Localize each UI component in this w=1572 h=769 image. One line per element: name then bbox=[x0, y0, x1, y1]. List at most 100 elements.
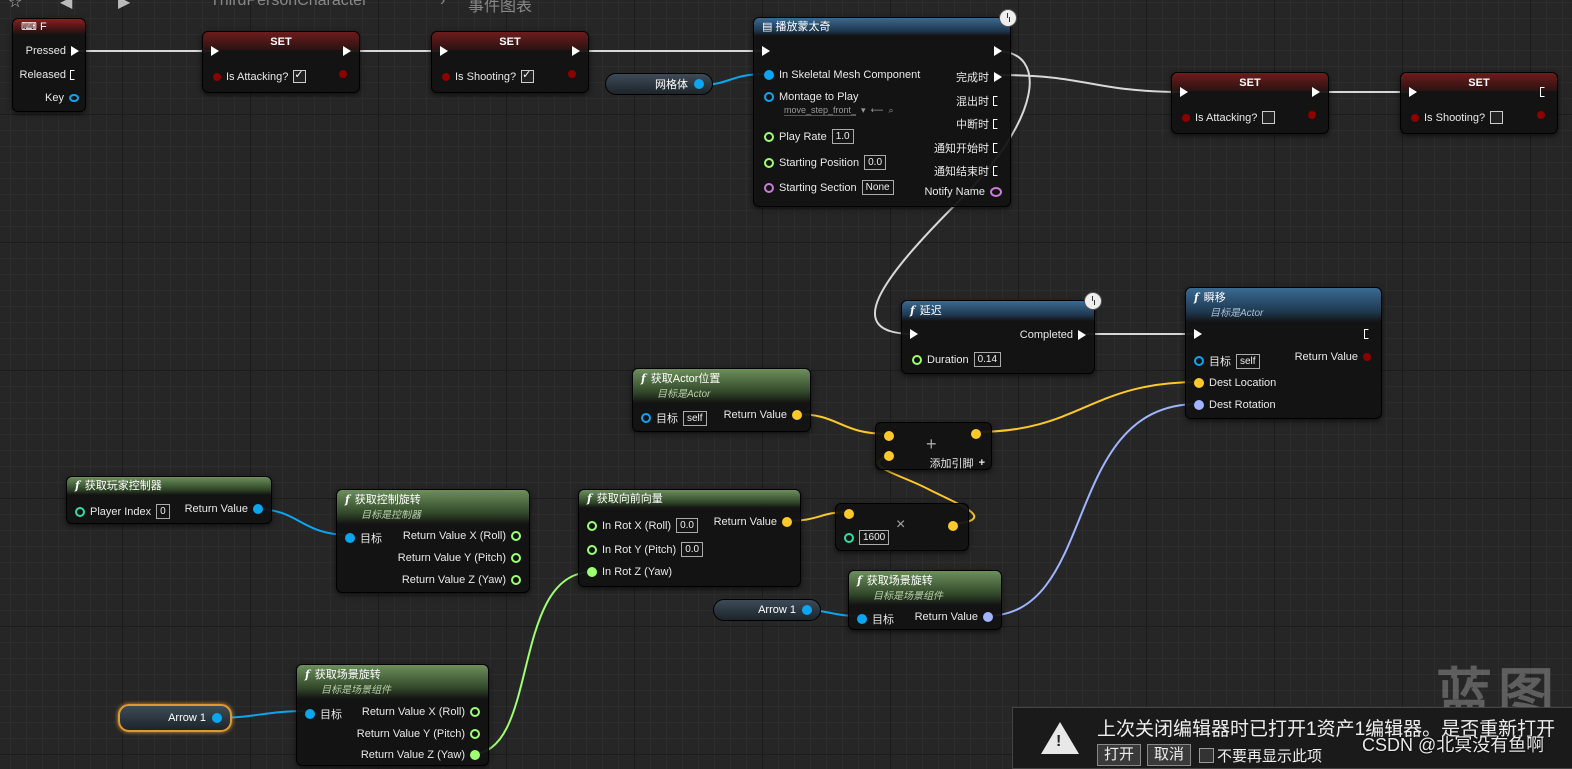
montage-pin[interactable] bbox=[764, 92, 774, 102]
exec-pin[interactable] bbox=[994, 119, 1002, 129]
use-selected-icon[interactable]: ⟵ bbox=[871, 105, 884, 116]
play-montage-node[interactable]: ▤ 播放蒙太奇 In Skeletal Mesh Component Monta… bbox=[753, 9, 1017, 207]
back-arrow-icon[interactable]: ◀ bbox=[60, 0, 72, 12]
float-out-pin[interactable] bbox=[470, 729, 480, 739]
bool-pin[interactable] bbox=[1411, 113, 1419, 122]
name-pin[interactable] bbox=[764, 182, 774, 193]
float-pin[interactable] bbox=[587, 520, 597, 531]
exec-out-pin[interactable] bbox=[1078, 330, 1086, 340]
target-pin[interactable] bbox=[857, 614, 867, 624]
bool-pin[interactable] bbox=[1182, 113, 1190, 122]
vector-out-pin[interactable] bbox=[948, 521, 958, 531]
vector-in-pin-b[interactable] bbox=[884, 451, 894, 461]
in-rot-x-field[interactable]: 0.0 bbox=[676, 518, 698, 533]
bool-out-pin[interactable] bbox=[1537, 111, 1545, 119]
target-pin[interactable] bbox=[641, 413, 651, 423]
multiplier-field[interactable]: 1600 bbox=[859, 530, 890, 545]
exec-out-pin[interactable] bbox=[1312, 87, 1320, 97]
float-pin[interactable] bbox=[587, 567, 597, 577]
vector-out-pin[interactable] bbox=[792, 410, 802, 420]
object-out-pin[interactable] bbox=[253, 504, 263, 514]
play-rate-field[interactable]: 1.0 bbox=[831, 129, 854, 144]
checkbox[interactable] bbox=[1262, 111, 1276, 124]
float-pin[interactable] bbox=[587, 544, 597, 555]
exec-out-pin[interactable] bbox=[994, 46, 1002, 56]
bool-out-pin[interactable] bbox=[1308, 111, 1316, 119]
key-struct-pin[interactable] bbox=[69, 94, 79, 102]
set-is-attacking-false-node[interactable]: SET Is Attacking? bbox=[1171, 72, 1329, 134]
target-pin[interactable] bbox=[345, 533, 355, 543]
exec-pin[interactable] bbox=[994, 143, 1002, 153]
target-pin[interactable] bbox=[305, 709, 315, 719]
vector-in-pin[interactable] bbox=[844, 509, 854, 519]
star-icon[interactable]: ☆ bbox=[8, 0, 22, 12]
target-field[interactable]: self bbox=[1236, 353, 1260, 369]
target-pin[interactable] bbox=[1194, 356, 1204, 366]
rotator-pin[interactable] bbox=[1194, 400, 1204, 410]
vector-out-pin[interactable] bbox=[971, 429, 981, 439]
bool-out-pin[interactable] bbox=[568, 70, 576, 78]
graph-name[interactable]: 事件图表 bbox=[468, 0, 532, 14]
breadcrumb[interactable]: ThirdPersonCharacter bbox=[210, 0, 367, 10]
released-exec-pin[interactable] bbox=[71, 70, 79, 80]
exec-in-pin[interactable] bbox=[440, 46, 448, 56]
pressed-exec-pin[interactable] bbox=[71, 46, 79, 56]
get-control-rotation-node[interactable]: f 获取控制旋转 目标是控制器 目标 Return Value X (Roll) R… bbox=[336, 489, 530, 593]
exec-in-pin[interactable] bbox=[910, 329, 918, 339]
dont-show-checkbox[interactable] bbox=[1199, 748, 1214, 763]
forward-arrow-icon[interactable]: ▶ bbox=[118, 0, 130, 12]
get-world-rotation-split-node[interactable]: f 获取场景旋转 目标是场景组件 目标 Return Value X (Roll) … bbox=[296, 664, 489, 766]
bool-pin[interactable] bbox=[213, 72, 221, 81]
exec-out-pin[interactable] bbox=[1541, 87, 1549, 97]
browse-icon[interactable]: ⌕ bbox=[888, 105, 893, 116]
bool-out-pin[interactable] bbox=[1363, 353, 1371, 361]
cancel-button[interactable]: 取消 bbox=[1147, 744, 1192, 766]
name-out-pin[interactable] bbox=[990, 187, 1002, 197]
duration-field[interactable]: 0.14 bbox=[973, 352, 1002, 367]
get-actor-location-node[interactable]: f 获取Actor位置 目标是Actor 目标 self Return Value bbox=[632, 368, 811, 432]
bool-out-pin[interactable] bbox=[339, 70, 347, 78]
bool-pin[interactable] bbox=[442, 72, 450, 81]
get-world-rotation-node[interactable]: f 获取场景旋转 目标是场景组件 目标 Return Value bbox=[848, 570, 1002, 630]
float-out-pin[interactable] bbox=[470, 750, 480, 760]
exec-pin[interactable] bbox=[994, 166, 1002, 176]
arrow-variable-node[interactable]: Arrow 1 bbox=[713, 599, 821, 621]
vector-out-pin[interactable] bbox=[782, 517, 792, 527]
float-pin[interactable] bbox=[912, 354, 922, 365]
float-pin[interactable] bbox=[764, 131, 774, 142]
exec-in-pin[interactable] bbox=[1194, 329, 1202, 339]
float-out-pin[interactable] bbox=[511, 553, 521, 563]
set-is-shooting-node[interactable]: SET Is Shooting? bbox=[431, 31, 589, 93]
exec-in-pin[interactable] bbox=[211, 46, 219, 56]
get-player-controller-node[interactable]: f 获取玩家控制器 Player Index 0 Return Value bbox=[66, 476, 272, 524]
dropdown-icon[interactable]: ▾ bbox=[861, 105, 866, 116]
set-is-shooting-false-node[interactable]: SET Is Shooting? bbox=[1400, 72, 1558, 134]
vector-multiply-node[interactable]: 1600 × bbox=[835, 503, 969, 551]
vector-add-node[interactable]: + 添加引脚 + bbox=[875, 422, 992, 470]
exec-in-pin[interactable] bbox=[1409, 87, 1417, 97]
exec-out-pin[interactable] bbox=[1365, 329, 1373, 339]
float-pin[interactable] bbox=[764, 157, 774, 168]
checkbox[interactable] bbox=[293, 68, 307, 83]
object-out-pin[interactable] bbox=[212, 713, 222, 723]
float-in-pin[interactable] bbox=[844, 532, 854, 543]
exec-out-pin[interactable] bbox=[343, 46, 351, 56]
checkbox[interactable] bbox=[1490, 111, 1504, 124]
float-out-pin[interactable] bbox=[511, 531, 521, 541]
vector-in-pin-a[interactable] bbox=[884, 431, 894, 441]
start-section-field[interactable]: None bbox=[861, 180, 894, 195]
int-pin[interactable] bbox=[75, 506, 85, 517]
plus-icon[interactable]: + bbox=[979, 457, 985, 469]
exec-pin[interactable] bbox=[994, 96, 1002, 106]
player-index-field[interactable]: 0 bbox=[156, 504, 170, 519]
object-out-pin[interactable] bbox=[694, 79, 704, 89]
exec-pin[interactable] bbox=[994, 72, 1002, 82]
open-button[interactable]: 打开 bbox=[1097, 744, 1142, 766]
rotator-out-pin[interactable] bbox=[983, 612, 993, 622]
start-pos-field[interactable]: 0.0 bbox=[864, 155, 887, 170]
object-out-pin[interactable] bbox=[802, 605, 812, 615]
exec-out-pin[interactable] bbox=[572, 46, 580, 56]
float-out-pin[interactable] bbox=[511, 575, 521, 585]
object-pin[interactable] bbox=[764, 70, 774, 80]
vector-pin[interactable] bbox=[1194, 378, 1204, 388]
